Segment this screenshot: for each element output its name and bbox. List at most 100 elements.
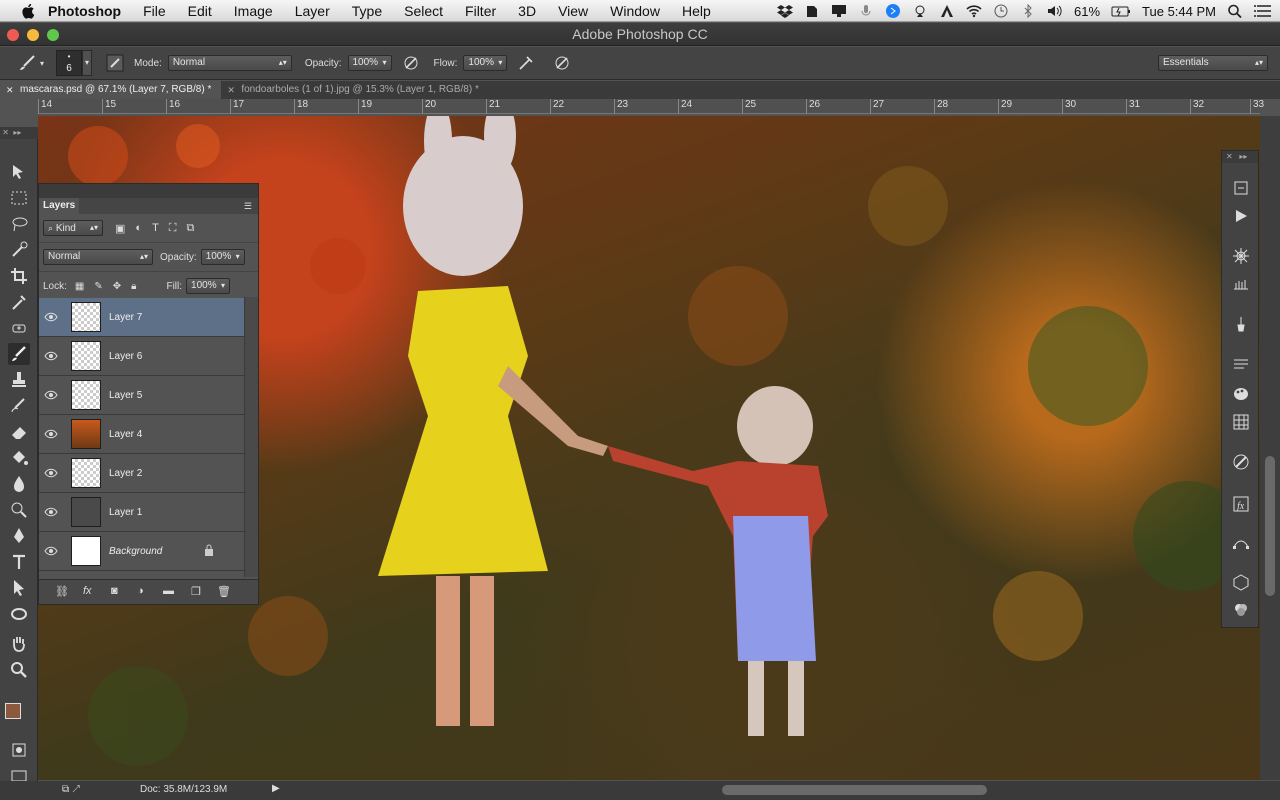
menu-file[interactable]: File [143,3,166,19]
3d-panel-icon[interactable] [1232,573,1250,591]
status-bar-icons[interactable]: ⧉ ↗ [62,784,80,795]
mode-dropdown[interactable]: Normal ▴▾ [167,55,292,71]
close-tab-icon[interactable]: ✕ [6,81,14,99]
layer-row[interactable]: Layer 4 [39,415,244,454]
lock-all-icon[interactable]: 🔒︎ [131,281,136,292]
menu-layer[interactable]: Layer [295,3,330,19]
menu-select[interactable]: Select [404,3,443,19]
lock-image-icon[interactable]: ✎ [94,281,102,292]
filter-shape-icon[interactable]: ⛶ [169,222,177,235]
clone-stamp-tool-icon[interactable] [8,369,30,391]
path-selection-tool-icon[interactable] [8,577,30,599]
visibility-eye-icon[interactable] [44,390,58,400]
layer-row[interactable]: Layer 1 [39,493,244,532]
blend-mode-dropdown[interactable]: Normal ▴▾ [43,249,153,265]
flow-input[interactable]: 100% ▾ [463,55,508,71]
adjustments-panel-icon[interactable] [1232,247,1250,265]
visibility-eye-icon[interactable] [44,429,58,439]
lock-transparent-icon[interactable]: ▦ [75,281,84,292]
layer-opacity-input[interactable]: 100% ▾ [200,249,245,265]
menu-help[interactable]: Help [682,3,711,19]
visibility-eye-icon[interactable] [44,468,58,478]
document-tab-fondoarboles[interactable]: ✕ fondoarboles (1 of 1).jpg @ 15.3% (Lay… [221,81,489,99]
adjustments-circle-icon[interactable] [1232,453,1250,471]
paint-bucket-tool-icon[interactable] [8,447,30,469]
dropbox-icon[interactable] [777,4,794,18]
delete-layer-icon[interactable]: 🗑︎ [217,585,231,598]
time-machine-icon[interactable] [993,4,1009,18]
history-brush-tool-icon[interactable] [8,395,30,417]
minimize-window-button[interactable] [27,29,39,41]
layer-name[interactable]: Layer 2 [109,468,142,479]
visibility-eye-icon[interactable] [44,351,58,361]
foreground-color-swatch[interactable] [5,703,21,719]
volume-icon[interactable] [1047,4,1063,18]
hand-tool-icon[interactable] [8,633,30,655]
panel-menu-icon[interactable]: ☰ [244,201,252,212]
canvas-vertical-scrollbar[interactable] [1260,116,1280,780]
layer-row[interactable]: Background [39,532,244,571]
marquee-tool-icon[interactable] [8,187,30,209]
close-window-button[interactable] [7,29,19,41]
menu-type[interactable]: Type [352,3,382,19]
menu-3d[interactable]: 3D [518,3,536,19]
shazam-icon[interactable] [885,4,901,18]
horizontal-scroll-thumb[interactable] [722,785,987,795]
brush-panel-toggle-icon[interactable] [106,54,124,72]
opacity-input[interactable]: 100% ▾ [347,55,392,71]
swatches-panel-icon[interactable] [1232,413,1250,431]
layer-name[interactable]: Layer 6 [109,351,142,362]
lasso-tool-icon[interactable] [8,213,30,235]
airbrush-icon[interactable] [517,54,535,72]
eraser-tool-icon[interactable] [8,421,30,443]
actions-panel-icon[interactable] [1232,207,1250,225]
new-adjustment-icon[interactable]: ◑ [137,585,144,597]
type-tool-icon[interactable] [8,551,30,573]
blur-tool-icon[interactable] [8,473,30,495]
menu-filter[interactable]: Filter [465,3,496,19]
brush-tool-preset-icon[interactable] [18,54,38,72]
apple-icon[interactable] [20,3,38,19]
quick-selection-tool-icon[interactable] [8,239,30,261]
brush-size-preview[interactable]: • 6 [56,50,83,76]
filter-type-icon[interactable]: T [152,222,159,234]
workspace-switcher[interactable]: Essentials ▴▾ [1158,55,1268,71]
color-panel-icon[interactable] [1232,385,1250,403]
pressure-size-icon[interactable] [553,54,571,72]
filter-smart-object-icon[interactable]: ⧉ [187,222,195,235]
bluetooth-icon[interactable] [1020,4,1036,18]
spotlight-icon[interactable] [1227,4,1243,18]
menu-edit[interactable]: Edit [188,3,212,19]
notification-center-icon[interactable] [1254,4,1272,18]
adobe-icon[interactable] [939,4,955,18]
wifi-icon[interactable] [966,4,982,18]
layer-row[interactable]: Layer 6 [39,337,244,376]
visibility-eye-icon[interactable] [44,507,58,517]
airplay-icon[interactable] [912,4,928,18]
brush-picker-dropdown[interactable]: ▾ [82,50,93,76]
move-tool-icon[interactable] [8,161,30,183]
link-layers-icon[interactable]: ⛓ [55,585,69,598]
tools-panel-header[interactable]: ✕ ▸▸ [0,127,38,139]
visibility-eye-icon[interactable] [44,312,58,322]
layer-row[interactable]: Layer 2 [39,454,244,493]
layer-name[interactable]: Background [109,546,162,557]
status-menu-arrow[interactable]: ▶ [272,783,280,794]
layer-row[interactable]: Layer 7 [39,298,244,337]
menu-view[interactable]: View [558,3,588,19]
vertical-scroll-thumb[interactable] [1265,456,1275,596]
layer-row[interactable]: Layer 5 [39,376,244,415]
healing-brush-tool-icon[interactable] [8,317,30,339]
filter-pixel-icon[interactable]: ▣ [115,222,125,235]
fill-input[interactable]: 100% ▾ [186,278,231,294]
styles-panel-icon[interactable]: fx [1232,495,1250,513]
evernote-icon[interactable] [804,4,820,18]
visibility-eye-icon[interactable] [44,546,58,556]
new-layer-icon[interactable]: ❐ [191,585,201,598]
quick-mask-icon[interactable] [8,739,30,761]
layers-scrollbar[interactable] [244,297,258,577]
menu-image[interactable]: Image [234,3,273,19]
layer-name[interactable]: Layer 4 [109,429,142,440]
brush-tool-icon[interactable] [8,343,30,365]
dodge-tool-icon[interactable] [8,499,30,521]
